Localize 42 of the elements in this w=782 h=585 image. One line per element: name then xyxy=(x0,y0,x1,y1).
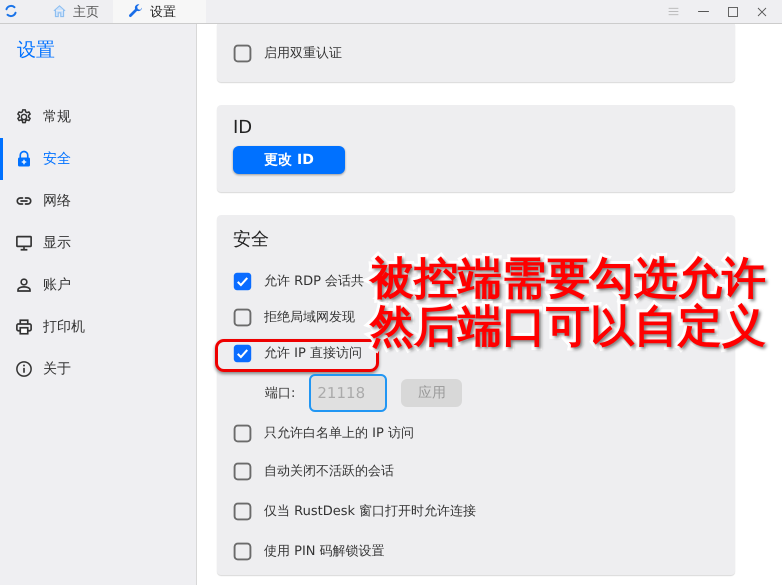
sidebar-item[interactable]: 网络 xyxy=(0,180,196,222)
section-title: 安全 xyxy=(233,228,269,251)
annotation-text: 被控端需要勾选允许 xyxy=(370,255,766,303)
wrench-icon xyxy=(127,3,144,20)
checkbox[interactable] xyxy=(233,502,252,520)
checkbox[interactable] xyxy=(233,308,252,326)
printer-icon xyxy=(15,318,33,336)
change-id-button[interactable]: 更改 ID xyxy=(233,146,345,174)
sidebar-item[interactable]: 关于 xyxy=(0,348,196,390)
sidebar-item[interactable]: 常规 xyxy=(0,96,196,138)
option-label: 只允许白名单上的 IP 访问 xyxy=(264,425,414,442)
option-label: 拒绝局域网发现 xyxy=(264,309,355,326)
checkbox[interactable] xyxy=(233,542,252,560)
sidebar-title: 设置 xyxy=(17,38,55,63)
checkbox[interactable] xyxy=(233,44,252,62)
checkbox[interactable] xyxy=(233,424,252,442)
annotation-text: 然后端口可以自定义 xyxy=(370,303,766,351)
app-logo xyxy=(4,4,18,18)
option-label: 仅当 RustDesk 窗口打开时允许连接 xyxy=(264,503,476,520)
maximize-icon[interactable] xyxy=(727,6,739,18)
checkbox[interactable] xyxy=(233,462,252,480)
lock-icon xyxy=(15,150,33,168)
tab[interactable]: 设置 xyxy=(113,0,206,23)
option-label: 允许 RDP 会话共 xyxy=(264,273,364,290)
port-label: 端口: xyxy=(265,385,296,402)
sidebar-item[interactable]: 打印机 xyxy=(0,306,196,348)
option-label: 使用 PIN 码解锁设置 xyxy=(264,543,385,560)
checkbox[interactable] xyxy=(233,344,252,362)
checkbox[interactable] xyxy=(233,272,252,290)
option-label: 启用双重认证 xyxy=(264,45,342,62)
monitor-icon xyxy=(15,234,33,252)
sidebar-item[interactable]: 账户 xyxy=(0,264,196,306)
person-icon xyxy=(15,276,33,294)
sidebar-item[interactable]: 显示 xyxy=(0,222,196,264)
info-icon xyxy=(15,360,33,378)
close-icon[interactable] xyxy=(756,6,768,18)
section-title: ID xyxy=(233,117,252,138)
home-icon xyxy=(52,4,67,19)
option-label: 自动关闭不活跃的会话 xyxy=(264,463,394,480)
tab[interactable]: 主页 xyxy=(38,0,113,23)
option-label: 允许 IP 直接访问 xyxy=(264,345,362,362)
gear-icon xyxy=(15,108,33,126)
